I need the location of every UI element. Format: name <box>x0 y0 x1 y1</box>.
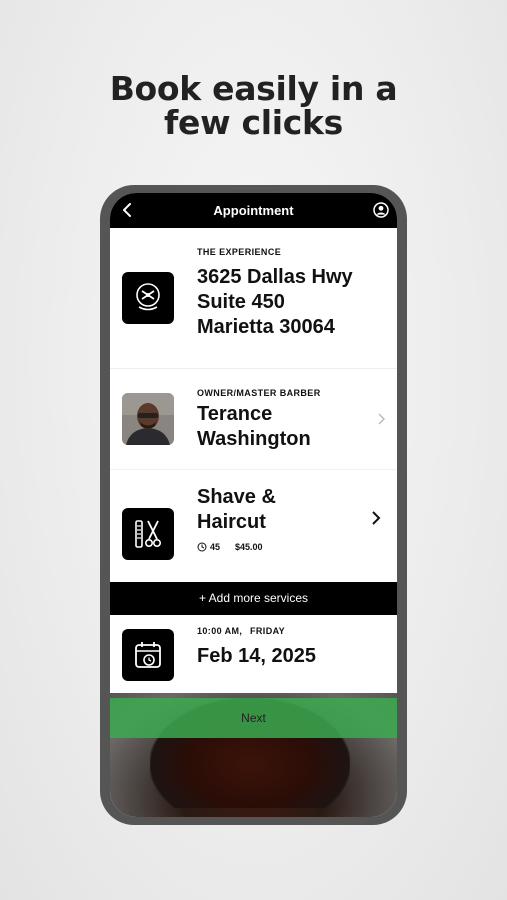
app-screen: Appointment THE EXPERIENCE 3625 Dallas H… <box>110 193 397 817</box>
chevron-right-icon[interactable] <box>376 412 386 426</box>
barber-last-name: Washington <box>197 428 311 450</box>
next-button[interactable]: Next <box>110 698 397 738</box>
barber-logo-icon <box>122 272 174 324</box>
address-line-1: 3625 Dallas Hwy <box>197 266 353 288</box>
service-name-line-1: Shave & <box>197 486 276 508</box>
location-label: THE EXPERIENCE <box>197 247 282 257</box>
barber-role-label: OWNER/MASTER BARBER <box>197 388 321 398</box>
page-title: Appointment <box>213 203 294 218</box>
headline-line-2: few clicks <box>163 103 344 142</box>
user-circle-icon[interactable] <box>373 202 389 218</box>
service-name-line-2: Haircut <box>197 511 266 533</box>
top-bar: Appointment <box>110 193 397 228</box>
phone-frame: Appointment THE EXPERIENCE 3625 Dallas H… <box>100 185 407 825</box>
avatar <box>122 393 174 445</box>
barber-first-name: Terance <box>197 403 273 425</box>
chevron-right-icon[interactable] <box>370 510 382 526</box>
add-services-button[interactable]: + Add more services <box>110 582 397 615</box>
comb-scissors-icon <box>122 508 174 560</box>
headline-line-1: Book easily in a <box>109 69 398 108</box>
appointment-day: FRIDAY <box>250 626 286 636</box>
calendar-icon <box>122 629 174 681</box>
headline: Book easily in a few clicks <box>0 72 507 140</box>
appointment-date: Feb 14, 2025 <box>197 645 316 667</box>
location-card[interactable]: THE EXPERIENCE 3625 Dallas Hwy Suite 450… <box>110 228 397 369</box>
appointment-time: 10:00 AM, <box>197 626 243 636</box>
service-card[interactable]: Shave & Haircut 45 $45.00 <box>110 470 397 582</box>
datetime-card[interactable]: 10:00 AM, FRIDAY Feb 14, 2025 <box>110 615 397 698</box>
service-price: $45.00 <box>235 542 263 552</box>
barber-card[interactable]: OWNER/MASTER BARBER Terance Washington <box>110 369 397 470</box>
address-line-3: Marietta 30064 <box>197 316 335 338</box>
service-duration: 45 <box>210 542 221 552</box>
address-line-2: Suite 450 <box>197 291 285 313</box>
clock-icon <box>197 542 207 552</box>
